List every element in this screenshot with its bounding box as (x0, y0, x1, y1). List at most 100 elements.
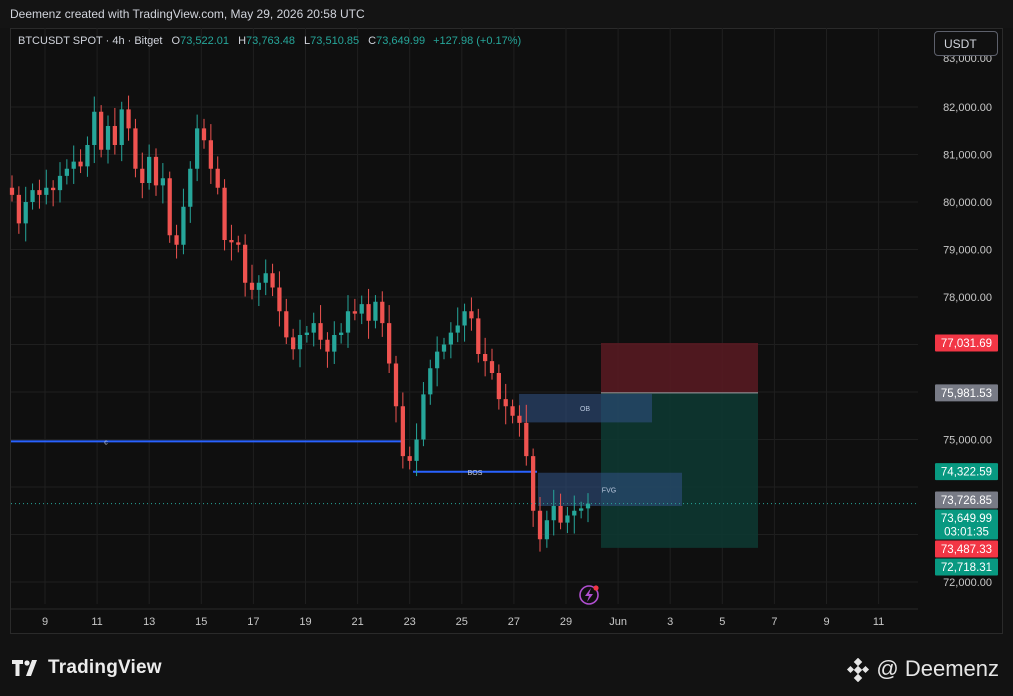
candle-body[interactable] (133, 128, 138, 169)
candle-body[interactable] (229, 240, 234, 243)
candle-body[interactable] (57, 175, 63, 191)
candle-body[interactable] (400, 406, 405, 457)
countdown-label: 03:01:35 (944, 526, 989, 538)
candle-body[interactable] (448, 332, 453, 345)
candle-body[interactable] (352, 311, 357, 314)
candle-body[interactable] (558, 506, 563, 523)
candle-body[interactable] (455, 325, 460, 333)
candle-body[interactable] (565, 515, 570, 523)
candle-body[interactable] (167, 178, 172, 236)
candle-body[interactable] (380, 301, 385, 324)
stop-loss-zone[interactable] (601, 342, 758, 393)
candle-body[interactable] (304, 332, 309, 335)
fvg-label: FVG (602, 487, 616, 494)
candle-body[interactable] (489, 361, 495, 373)
candle-body[interactable] (64, 168, 69, 176)
candle-body[interactable] (147, 156, 152, 183)
candle-body[interactable] (428, 368, 433, 395)
candle-body[interactable] (16, 194, 21, 224)
candle-body[interactable] (517, 415, 522, 423)
price-badge-label: 77,031.69 (941, 338, 992, 350)
candle-body[interactable] (483, 354, 488, 362)
candle-body[interactable] (421, 394, 426, 440)
candle-body[interactable] (30, 190, 35, 202)
candle-body[interactable] (441, 344, 447, 352)
candle-body[interactable] (71, 161, 76, 169)
candle-body[interactable] (9, 187, 15, 195)
candle-body[interactable] (249, 282, 255, 290)
candle-body[interactable] (510, 406, 515, 416)
candle-body[interactable] (78, 161, 83, 167)
price-badge-label: 73,487.33 (941, 544, 992, 556)
candle-body[interactable] (126, 109, 131, 129)
price-badge-label: 75,981.53 (941, 388, 992, 400)
candle-body[interactable] (332, 335, 337, 352)
candle-body[interactable] (222, 187, 227, 240)
candle-body[interactable] (579, 508, 584, 511)
candle-body[interactable] (140, 168, 145, 183)
candle-body[interactable] (256, 282, 261, 290)
candle-body[interactable] (325, 339, 330, 352)
candle-body[interactable] (531, 456, 536, 511)
candle-body[interactable] (188, 168, 193, 207)
candle-body[interactable] (496, 373, 501, 400)
candle-body[interactable] (572, 510, 577, 516)
candle-body[interactable] (297, 335, 303, 350)
candle-body[interactable] (537, 510, 543, 540)
candle-body[interactable] (462, 311, 467, 326)
candle-body[interactable] (373, 301, 378, 321)
candle-body[interactable] (105, 126, 111, 150)
candle-body[interactable] (23, 202, 28, 224)
candle-body[interactable] (174, 235, 179, 245)
candle-body[interactable] (435, 351, 440, 369)
candle-body[interactable] (44, 187, 49, 195)
alert-icon[interactable] (579, 585, 599, 605)
candlestick-chart[interactable]: OB FVG c BOS 82,000.00 81,000.00 80,000.00 79,… (0, 0, 1013, 696)
candle-body[interactable] (208, 140, 213, 169)
candle-body[interactable] (359, 304, 364, 314)
candle-body[interactable] (153, 156, 159, 186)
candle-body[interactable] (112, 126, 117, 145)
candle-body[interactable] (476, 318, 481, 354)
candle-body[interactable] (92, 111, 97, 145)
candle-body[interactable] (544, 520, 549, 540)
candle-body[interactable] (119, 109, 124, 145)
candle-body[interactable] (99, 111, 104, 150)
candle-body[interactable] (201, 128, 207, 141)
candle-body[interactable] (243, 244, 248, 283)
candle-body[interactable] (524, 422, 529, 457)
candle-body[interactable] (160, 178, 165, 186)
y-tick-label: 72,000.00 (943, 577, 992, 589)
candle-body[interactable] (393, 363, 399, 407)
candle-body[interactable] (284, 311, 289, 338)
candle-body[interactable] (195, 128, 200, 169)
candle-body[interactable] (37, 190, 42, 195)
lightning-icon[interactable] (585, 588, 593, 602)
symbol-name[interactable]: BTCUSDT SPOT · 4h · Bitget (18, 35, 162, 47)
candle-body[interactable] (311, 323, 316, 333)
candle-body[interactable] (270, 273, 275, 288)
candle-body[interactable] (236, 242, 241, 245)
candle-body[interactable] (387, 323, 392, 364)
candle-body[interactable] (277, 287, 282, 312)
candle-body[interactable] (51, 187, 56, 191)
candle-body[interactable] (215, 168, 220, 188)
author-watermark: @ Deemenz (846, 656, 999, 683)
change-value: +127.98 (+0.17%) (433, 35, 522, 47)
candle-body[interactable] (318, 323, 323, 340)
currency-unit-button[interactable]: USDT (934, 31, 998, 56)
candle-body[interactable] (291, 337, 296, 350)
candle-body[interactable] (585, 503, 591, 509)
candle-body[interactable] (503, 399, 508, 407)
candle-body[interactable] (85, 145, 90, 167)
x-tick-label: 9 (42, 616, 48, 628)
candle-body[interactable] (263, 273, 268, 283)
candle-body[interactable] (339, 332, 344, 335)
candle-body[interactable] (551, 506, 556, 521)
candle-body[interactable] (414, 439, 419, 461)
candle-body[interactable] (345, 311, 351, 333)
candle-body[interactable] (366, 304, 371, 321)
candle-body[interactable] (469, 311, 474, 319)
candle-body[interactable] (407, 456, 412, 461)
candle-body[interactable] (181, 206, 186, 245)
